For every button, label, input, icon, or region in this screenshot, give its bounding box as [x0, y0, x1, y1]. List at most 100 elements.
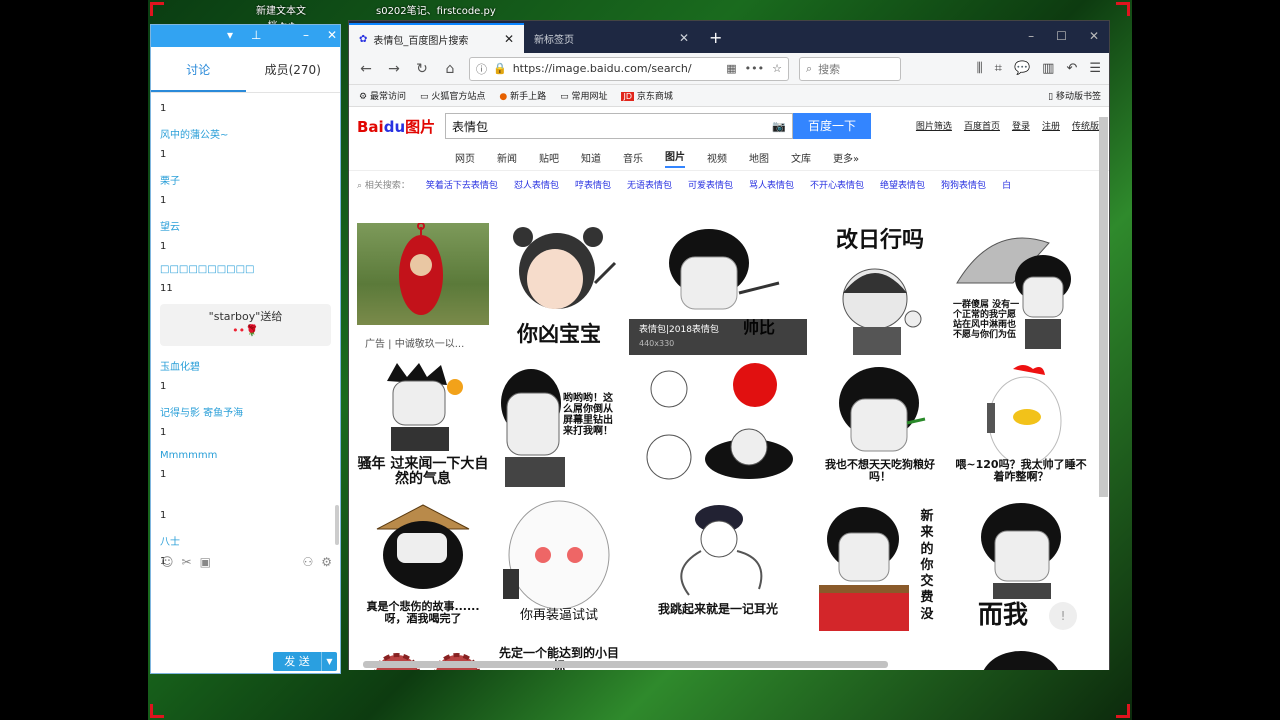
browser-tab-active[interactable]: ✿ 表情包_百度图片搜索 ✕	[349, 23, 524, 53]
channel-music[interactable]: 音乐	[623, 150, 643, 165]
message-sender[interactable]: 玉血化碧	[160, 358, 331, 373]
image-result[interactable]: 你凶宝宝	[497, 223, 621, 355]
bookmark-item[interactable]: ▭ 火狐官方站点	[420, 89, 485, 102]
close-icon[interactable]: ✕	[327, 28, 337, 42]
channel-zhidao[interactable]: 知道	[581, 150, 601, 165]
channel-tieba[interactable]: 贴吧	[539, 150, 559, 165]
info-icon[interactable]: ⓘ	[476, 61, 487, 77]
search-button[interactable]: 百度一下	[793, 113, 871, 139]
back-icon[interactable]: ←	[357, 61, 375, 77]
image-result[interactable]: 改日行吗	[815, 223, 945, 355]
message-sender[interactable]: □□□□□□□□□□	[160, 264, 331, 275]
dropdown-icon[interactable]: ▾	[227, 28, 233, 42]
image-result[interactable]: 新来的 你交费没	[815, 499, 945, 641]
page-scrollbar-vertical[interactable]	[1099, 117, 1108, 497]
channel-more[interactable]: 更多»	[833, 150, 859, 165]
home-icon[interactable]: ⌂	[441, 61, 459, 77]
bookmark-item[interactable]: ▭ 常用网址	[560, 89, 607, 102]
message-sender[interactable]: 记得与影 寄鱼予海	[160, 404, 331, 419]
library-icon[interactable]: ⫼	[977, 61, 983, 76]
channel-map[interactable]: 地图	[749, 150, 769, 165]
link-filter[interactable]: 图片筛选	[916, 119, 952, 132]
related-link[interactable]: 绝望表情包	[880, 178, 925, 191]
link-login[interactable]: 登录	[1012, 119, 1030, 132]
minimize-icon[interactable]: –	[1028, 29, 1034, 43]
image-result[interactable]: 我也不想天天吃狗粮好吗！	[815, 363, 945, 493]
message-sender[interactable]: 风中的蒲公英~	[160, 126, 331, 141]
channel-video[interactable]: 视频	[707, 150, 727, 165]
forward-icon[interactable]: →	[385, 61, 403, 77]
related-link[interactable]: 笑着活下去表情包	[426, 178, 498, 191]
close-icon[interactable]: ✕	[504, 32, 514, 46]
emoji-icon[interactable]: ☺	[161, 555, 174, 569]
close-icon[interactable]: ✕	[679, 31, 689, 45]
chat-icon[interactable]: 💬	[1014, 61, 1030, 76]
channel-wenku[interactable]: 文库	[791, 150, 811, 165]
more-icon[interactable]: •••	[745, 62, 764, 75]
bookmark-item[interactable]: ⚙ 最常访问	[359, 89, 406, 102]
send-button[interactable]: 发 送 ▼	[273, 652, 337, 671]
members-icon[interactable]: ⚇	[302, 555, 313, 569]
image-result[interactable]	[953, 647, 1089, 670]
related-link[interactable]: 狗狗表情包	[941, 178, 986, 191]
related-link[interactable]: 无语表情包	[627, 178, 672, 191]
channel-images[interactable]: 图片	[665, 148, 685, 168]
link-classic[interactable]: 传统版	[1072, 119, 1099, 132]
page-scrollbar-horizontal[interactable]	[363, 661, 888, 668]
related-link[interactable]: 哼表情包	[575, 178, 611, 191]
image-result[interactable]: 骚年 过来闻一下大自然的气息	[357, 363, 489, 493]
bookmark-item[interactable]: ▯ 移动版书签	[1048, 89, 1101, 102]
close-icon[interactable]: ✕	[1089, 29, 1099, 43]
message-sender[interactable]: Mmmmmm	[160, 450, 331, 461]
new-tab-icon[interactable]: +	[699, 23, 732, 53]
chevron-down-icon[interactable]: ▼	[321, 652, 337, 671]
channel-news[interactable]: 新闻	[497, 150, 517, 165]
related-link[interactable]: 可爱表情包	[688, 178, 733, 191]
image-result[interactable]: 一群傻屌 没有一个正常的我宁愿站在风中淋雨也不愿与你们为伍	[953, 223, 1089, 355]
menu-icon[interactable]: ☰	[1089, 61, 1101, 76]
message-list[interactable]: 1 风中的蒲公英~ 1 栗子 1 望云 1 □□□□□□□□□□ 11 "sta…	[151, 93, 340, 573]
image-result[interactable]: 喂~120吗？我太帅了睡不着咋整啊？	[953, 363, 1089, 493]
sidebar-icon[interactable]: ▥	[1042, 61, 1054, 76]
camera-icon[interactable]: 📷	[772, 120, 786, 133]
star-icon[interactable]: ☆	[772, 62, 782, 75]
related-link[interactable]: 怼人表情包	[514, 178, 559, 191]
undo-icon[interactable]: ↶	[1066, 61, 1077, 76]
link-home[interactable]: 百度首页	[964, 119, 1000, 132]
message-sender[interactable]: 栗子	[160, 172, 331, 187]
image-result[interactable]: 真是个悲伤的故事......呀，酒我喝完了	[357, 499, 489, 641]
link-register[interactable]: 注册	[1042, 119, 1060, 132]
image-result[interactable]: 我跳起来就是一记耳光	[629, 499, 807, 641]
related-link[interactable]: 骂人表情包	[749, 178, 794, 191]
tab-discussion[interactable]: 讨论	[151, 47, 246, 92]
scissors-icon[interactable]: ✂	[182, 555, 192, 569]
url-bar[interactable]: ⓘ 🔒 https://image.baidu.com/search/ ▦ ••…	[469, 56, 789, 81]
image-result-hovered[interactable]: 帅比 表情包|2018表情包 440x330	[629, 223, 807, 355]
search-bar[interactable]: ⌕ 搜索	[799, 56, 901, 81]
image-result[interactable]: 你再装逼试试	[497, 499, 621, 641]
crop-icon[interactable]: ⌗	[995, 61, 1002, 76]
feedback-icon[interactable]: !	[1049, 602, 1077, 630]
minimize-icon[interactable]: –	[303, 28, 309, 42]
baidu-logo[interactable]: Baidu图片	[357, 116, 439, 137]
bookmark-item[interactable]: JD 京东商城	[621, 89, 673, 102]
qr-icon[interactable]: ▦	[726, 62, 736, 75]
maximize-icon[interactable]: ☐	[1056, 29, 1067, 43]
pin-icon[interactable]: ⊥	[251, 28, 261, 42]
chat-scrollbar[interactable]	[335, 505, 339, 545]
related-link[interactable]: 不开心表情包	[810, 178, 864, 191]
search-input[interactable]: 表情包 📷	[445, 113, 793, 139]
image-result[interactable]	[629, 363, 807, 493]
bookmark-item[interactable]: ● 新手上路	[499, 89, 546, 102]
ad-result[interactable]: 广告 | 中诚敬玖一以...	[357, 223, 489, 355]
reload-icon[interactable]: ↻	[413, 61, 431, 77]
gear-icon[interactable]: ⚙	[321, 555, 332, 569]
channel-web[interactable]: 网页	[455, 150, 475, 165]
desktop-icon-notes[interactable]: s0202笔记、firstcode.py	[376, 2, 496, 17]
message-sender[interactable]: 望云	[160, 218, 331, 233]
browser-tab[interactable]: 新标签页 ✕	[524, 23, 699, 53]
message-sender[interactable]: 八士	[160, 533, 331, 548]
related-link[interactable]: 白	[1002, 178, 1011, 191]
image-icon[interactable]: ▣	[200, 555, 211, 569]
image-result[interactable]: 哟哟哟！这么屌你倒从屏幕里钻出来打我啊！	[497, 363, 621, 493]
